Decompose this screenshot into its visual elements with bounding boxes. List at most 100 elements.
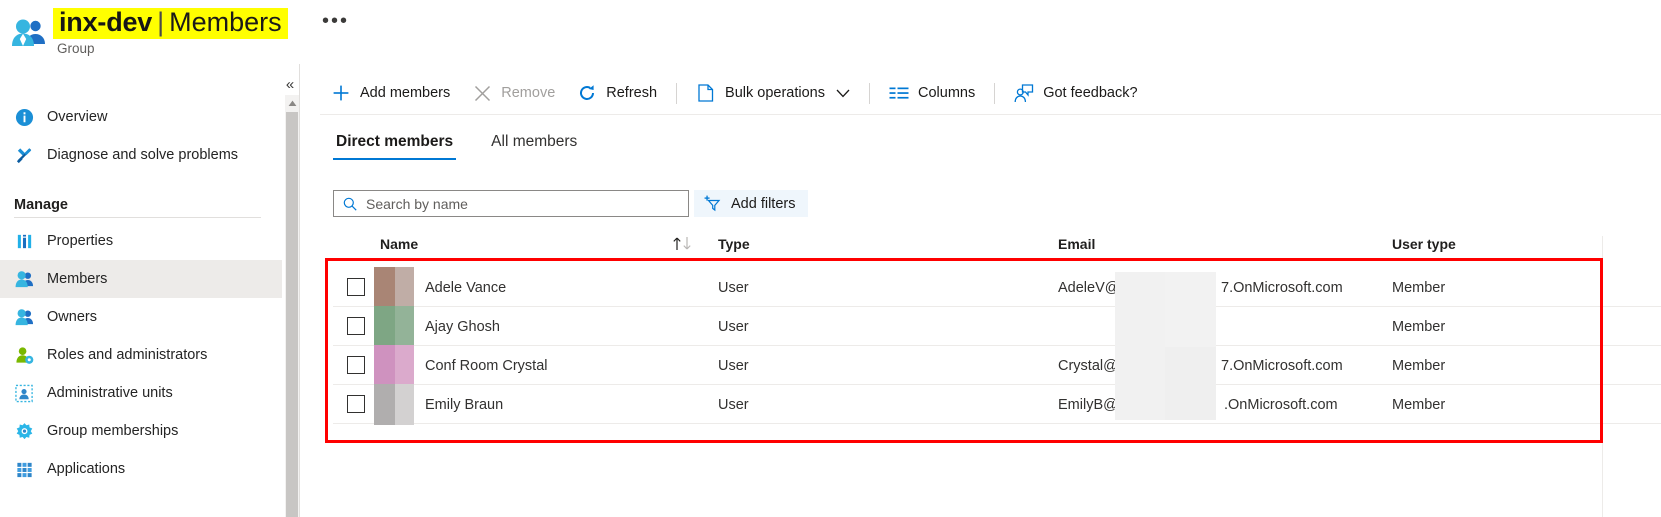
columns-label: Columns <box>918 85 976 101</box>
document-page-icon <box>696 83 716 103</box>
group-memberships-gear-icon <box>14 421 35 442</box>
table-row[interactable]: Adele Vance User AdeleV@ 7.OnMicrosoft.c… <box>333 267 1601 308</box>
refresh-button[interactable]: Refresh <box>566 76 668 110</box>
sidebar-item-label: Administrative units <box>47 385 173 401</box>
table-row[interactable]: Conf Room Crystal User Crystal@ 7.OnMicr… <box>333 345 1601 386</box>
collapse-sidebar-button[interactable]: « <box>279 75 301 95</box>
avatar-left-block <box>374 384 395 425</box>
toolbar-separator <box>994 82 996 104</box>
table-row-overflow <box>1602 346 1661 385</box>
sidebar-item-group-memberships[interactable]: Group memberships <box>0 412 282 450</box>
cell-email-suffix: 7.OnMicrosoft.com <box>1221 357 1343 374</box>
sidebar-item-label: Owners <box>47 309 97 325</box>
cell-email-prefix: EmilyB@ <box>1058 396 1118 413</box>
row-checkbox[interactable] <box>347 395 365 413</box>
avatar-left-block <box>374 267 395 308</box>
page-title-section: Members <box>169 6 282 37</box>
sidebar-item-label: Group memberships <box>47 423 179 439</box>
sort-ascending-icon[interactable] <box>672 236 695 251</box>
toolbar-separator <box>676 82 678 104</box>
refresh-icon <box>577 83 597 103</box>
feedback-person-icon <box>1014 83 1034 103</box>
avatar <box>374 345 414 386</box>
cell-type: User <box>718 357 749 374</box>
remove-label: Remove <box>501 85 556 101</box>
azure-group-members-page: inx-dev | Members Group ••• Overview Diagn… <box>0 0 1661 517</box>
toolbar-divider <box>320 114 1661 115</box>
add-members-label: Add members <box>360 85 451 101</box>
sidebar-item-properties[interactable]: Properties <box>0 222 282 260</box>
add-filters-button[interactable]: Add filters <box>694 190 809 217</box>
bulk-operations-button[interactable]: Bulk operations <box>685 76 861 110</box>
page-title: inx-dev | Members <box>53 6 288 40</box>
cell-email-prefix: AdeleV@ <box>1058 279 1120 296</box>
avatar-right-block <box>395 345 414 386</box>
refresh-label: Refresh <box>606 85 658 101</box>
search-input[interactable] <box>364 194 664 213</box>
table-header-row: Name Type Email User type <box>333 236 1601 259</box>
cell-name: Conf Room Crystal <box>425 357 548 374</box>
roles-person-gear-icon <box>14 345 35 366</box>
properties-bars-icon <box>14 231 35 252</box>
sidebar-section-manage: Manage <box>14 197 68 213</box>
members-tabs: Direct members All members <box>333 133 612 167</box>
row-checkbox[interactable] <box>347 356 365 374</box>
sidebar-item-owners[interactable]: Owners <box>0 298 282 336</box>
sidebar-item-applications[interactable]: Applications <box>0 450 282 488</box>
columns-button[interactable]: Columns <box>878 76 986 110</box>
sidebar-item-label: Applications <box>47 461 126 477</box>
applications-grid-icon <box>14 459 35 480</box>
columns-icon <box>889 83 909 103</box>
page-title-separator: | <box>157 6 165 37</box>
remove-button[interactable]: Remove <box>461 76 566 110</box>
row-checkbox[interactable] <box>347 278 365 296</box>
sidebar-content-divider <box>299 64 300 517</box>
add-filters-label: Add filters <box>731 195 796 212</box>
add-members-button[interactable]: Add members <box>320 76 461 110</box>
search-box[interactable] <box>333 190 689 217</box>
got-feedback-label: Got feedback? <box>1043 85 1138 101</box>
bulk-operations-label: Bulk operations <box>725 85 825 101</box>
tab-direct-members[interactable]: Direct members <box>333 133 457 160</box>
search-icon <box>342 196 357 211</box>
cell-email-prefix: Crystal@ <box>1058 357 1118 374</box>
sidebar-item-roles-and-administrators[interactable]: Roles and administrators <box>0 336 282 374</box>
sidebar-scrollbar-thumb[interactable] <box>286 112 298 517</box>
row-checkbox[interactable] <box>347 317 365 335</box>
column-header-name[interactable]: Name <box>380 236 418 252</box>
sidebar-item-label: Properties <box>47 233 114 249</box>
column-header-type[interactable]: Type <box>718 236 750 252</box>
table-row-overflow <box>1602 307 1661 346</box>
got-feedback-button[interactable]: Got feedback? <box>1003 76 1148 110</box>
sidebar-item-overview[interactable]: Overview <box>0 98 282 136</box>
table-row-overflow <box>1602 268 1661 307</box>
column-header-email[interactable]: Email <box>1058 236 1095 252</box>
group-people-icon <box>10 18 48 50</box>
sidebar-item-label: Members <box>47 271 108 287</box>
add-filter-icon <box>704 195 722 212</box>
tab-all-members[interactable]: All members <box>488 133 580 160</box>
cell-email-suffix: 7.OnMicrosoft.com <box>1221 279 1343 296</box>
sidebar-item-administrative-units[interactable]: Administrative units <box>0 374 282 412</box>
sidebar-item-members[interactable]: Members <box>0 260 282 298</box>
cell-type: User <box>718 318 749 335</box>
redaction-shade-top <box>1165 272 1216 347</box>
sidebar-divider <box>14 217 261 218</box>
page-subtitle: Group <box>57 41 95 56</box>
sidebar-scroll-up-icon[interactable] <box>285 95 299 111</box>
avatar <box>374 306 414 347</box>
email-redaction-overlay <box>1115 272 1216 420</box>
more-options-icon[interactable]: ••• <box>322 11 349 31</box>
sidebar-item-label: Overview <box>47 109 108 125</box>
column-header-user-type[interactable]: User type <box>1392 236 1456 252</box>
table-header-divider <box>333 258 1601 259</box>
avatar-right-block <box>395 306 414 347</box>
close-x-icon <box>472 83 492 103</box>
page-title-group-name: inx-dev <box>59 6 153 37</box>
avatar-right-block <box>395 384 414 425</box>
cell-name: Ajay Ghosh <box>425 318 500 335</box>
table-row[interactable]: Emily Braun User EmilyB@ .OnMicrosoft.co… <box>333 384 1601 425</box>
table-row[interactable]: Ajay Ghosh User Member <box>333 306 1601 347</box>
sidebar-item-diagnose-and-solve-problems[interactable]: Diagnose and solve problems <box>0 136 282 174</box>
avatar-left-block <box>374 306 395 347</box>
